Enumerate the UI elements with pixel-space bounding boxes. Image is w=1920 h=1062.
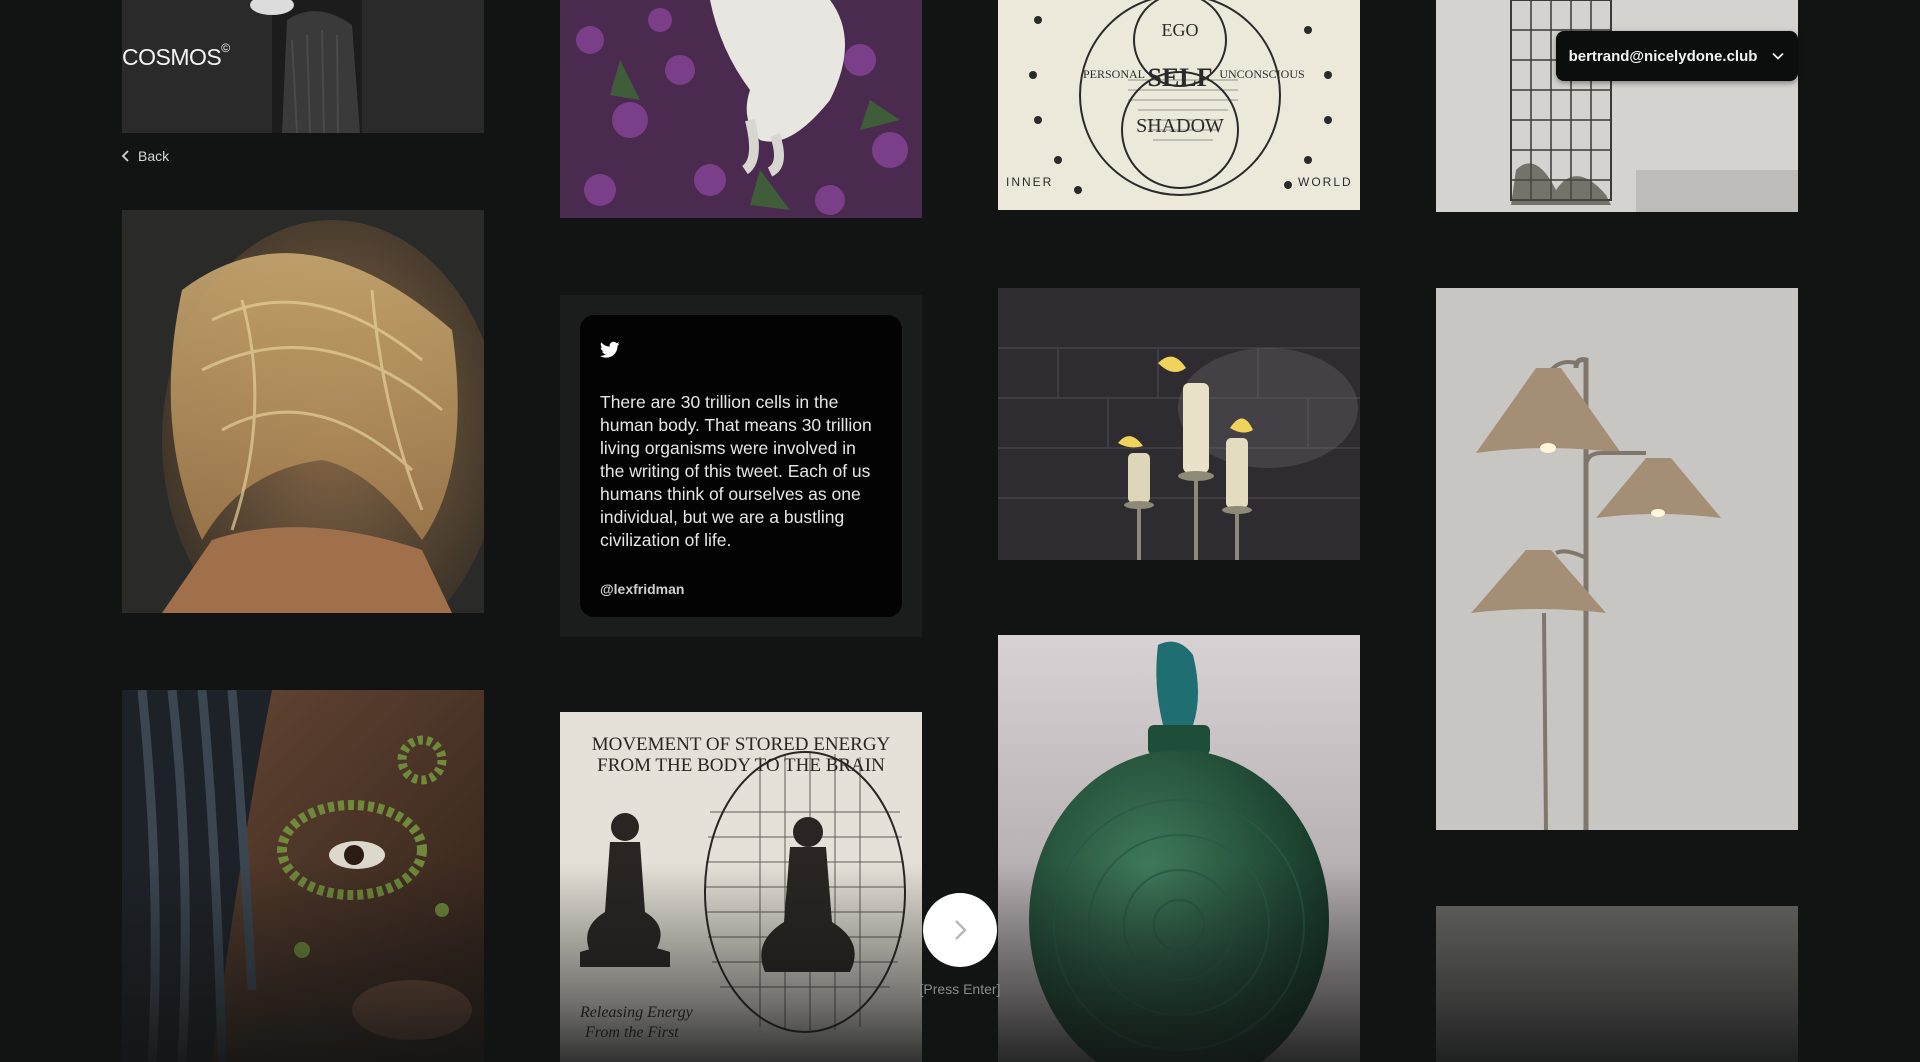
diagram-personal-label: PERSONAL [1083, 67, 1145, 81]
twitter-bird-icon [600, 341, 620, 358]
chevron-left-icon [121, 150, 129, 162]
account-menu-button[interactable]: bertrand@nicelydone.club [1556, 31, 1798, 81]
book-title-line1: MOVEMENT OF STORED ENERGY [592, 734, 891, 755]
image-psyche-diagram[interactable]: EGO SELF SHADOW PERSONAL UNCONSCIOUS INN… [998, 0, 1360, 210]
image-green-glass-bottle[interactable] [998, 635, 1360, 1062]
image-white-animal-in-flowers[interactable] [560, 0, 922, 218]
tweet-handle: @lexfridman [600, 581, 685, 597]
book-caption-line2: From the First [584, 1024, 679, 1041]
diagram-unconscious-label: UNCONSCIOUS [1219, 67, 1304, 81]
back-button-label: Back [138, 148, 170, 164]
app-logo-text: COSMOS [122, 44, 222, 70]
tweet-text: There are 30 trillion cells in the human… [600, 392, 872, 550]
image-floor-lamp[interactable] [1436, 288, 1798, 830]
app-logo[interactable]: COSMOS© [122, 41, 230, 71]
next-button[interactable] [923, 893, 997, 967]
diagram-shadow-label: SHADOW [1136, 115, 1224, 137]
image-candles[interactable] [998, 288, 1360, 560]
image-face-with-moss[interactable] [122, 690, 484, 1062]
diagram-inner-label: INNER [1006, 175, 1053, 189]
press-enter-hint: [Press Enter] [919, 981, 1001, 997]
tweet-tile[interactable]: There are 30 trillion cells in the human… [560, 295, 922, 637]
tweet-card: There are 30 trillion cells in the human… [580, 315, 902, 617]
diagram-ego-label: EGO [1162, 20, 1199, 40]
account-email: bertrand@nicelydone.club [1568, 47, 1758, 65]
diagram-world-label: WORLD [1298, 175, 1353, 189]
back-button[interactable]: Back [120, 148, 169, 164]
app-logo-mark: © [221, 41, 230, 56]
chevron-right-icon [955, 920, 967, 940]
book-caption-line1: Releasing Energy [579, 1004, 694, 1021]
image-book-page-energy[interactable]: MOVEMENT OF STORED ENERGY FROM THE BODY … [560, 712, 922, 1062]
image-gray-surface[interactable] [1436, 906, 1798, 1062]
chevron-down-icon [1772, 52, 1785, 60]
image-woman-windblown-hair[interactable] [122, 210, 484, 613]
diagram-self-label: SELF [1147, 63, 1212, 92]
book-title-line2: FROM THE BODY TO THE BRAIN [597, 755, 885, 776]
